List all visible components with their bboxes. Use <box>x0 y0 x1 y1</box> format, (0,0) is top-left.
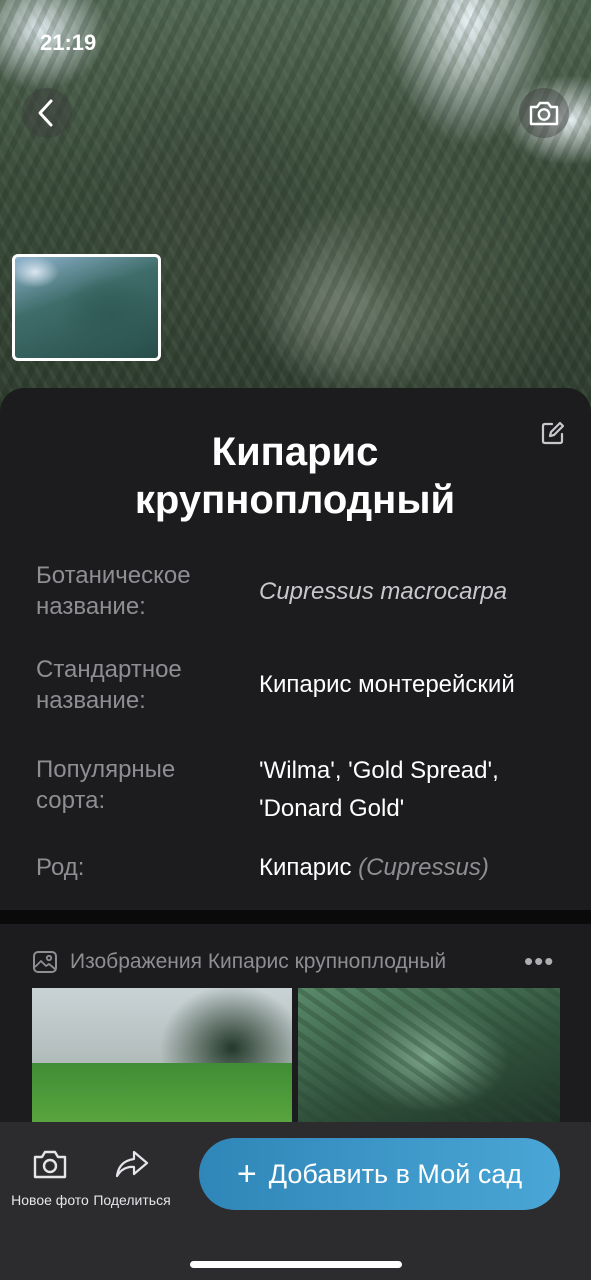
share-button[interactable]: Поделиться <box>92 1122 172 1208</box>
detail-value: Кипарис монтерейский <box>259 671 515 698</box>
chevron-left-icon <box>38 99 53 127</box>
plus-icon: + <box>236 1155 257 1193</box>
bottom-action-bar: Новое фото Поделиться + Добавить в Мой с… <box>0 1122 591 1280</box>
status-time: 21:19 <box>40 30 97 55</box>
home-indicator <box>190 1261 402 1268</box>
detail-label: Популярные сорта: <box>36 756 176 814</box>
detail-label: Стандартное название: <box>36 656 182 714</box>
edit-icon[interactable] <box>540 420 566 446</box>
new-photo-button[interactable]: Новое фото <box>10 1122 90 1208</box>
gallery-photo[interactable] <box>298 988 560 1124</box>
gallery-photo[interactable] <box>32 988 292 1124</box>
new-photo-label: Новое фото <box>11 1192 89 1208</box>
gallery-header: Изображения Кипарис крупноплодный <box>32 950 446 974</box>
detail-value: Cupressus macrocarpa <box>259 578 508 605</box>
detail-value: 'Wilma', 'Gold Spread', 'Donard Gold' <box>259 757 499 822</box>
detail-label: Род: <box>36 854 85 881</box>
back-button[interactable] <box>22 88 72 138</box>
camera-icon <box>529 101 559 126</box>
genus-latin: (Cupressus) <box>358 854 489 881</box>
share-icon <box>115 1150 149 1178</box>
camera-icon <box>33 1150 67 1179</box>
image-gallery: Изображения Кипарис крупноплодный ••• <box>0 924 591 1124</box>
genus-name: Кипарис <box>259 854 352 881</box>
genus-value[interactable]: Кипарис (Cupressus) <box>259 849 569 887</box>
add-to-garden-button[interactable]: + Добавить в Мой сад <box>199 1138 560 1210</box>
share-label: Поделиться <box>93 1192 171 1208</box>
add-to-garden-label: Добавить в Мой сад <box>268 1158 523 1189</box>
detail-label: Ботаническое название: <box>36 562 191 620</box>
photo-thumbnail[interactable] <box>12 254 161 361</box>
section-divider <box>0 910 591 924</box>
gallery-title: Изображения Кипарис крупноплодный <box>70 950 447 973</box>
camera-button[interactable] <box>519 88 569 138</box>
plant-title: Кипарис крупноплодный <box>134 430 456 522</box>
more-options-button[interactable]: ••• <box>524 946 554 977</box>
image-icon <box>33 951 57 973</box>
